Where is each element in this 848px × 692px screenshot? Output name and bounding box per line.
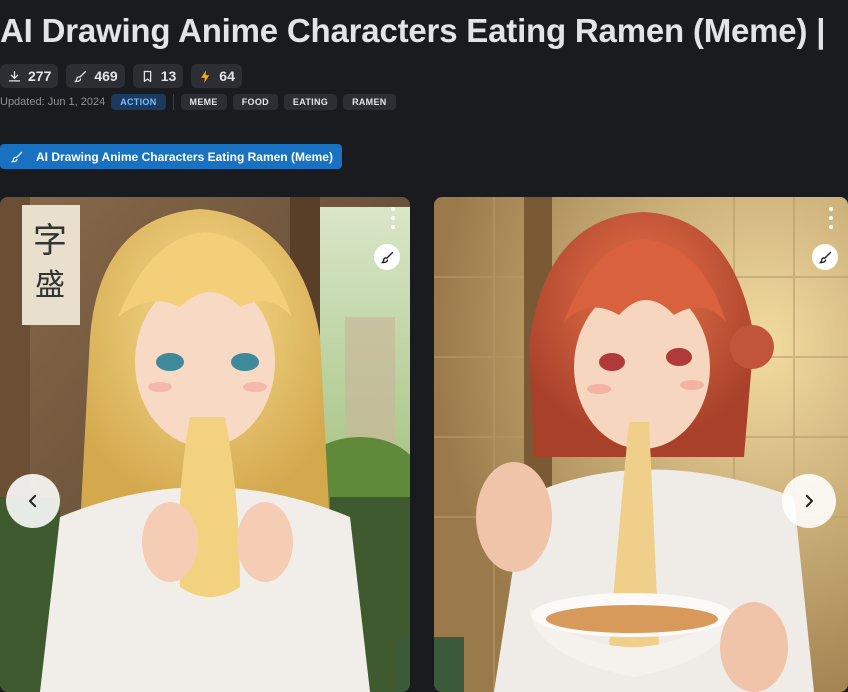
- gallery-image-card[interactable]: [434, 197, 848, 692]
- bookmarks-stat[interactable]: 13: [132, 64, 184, 88]
- collection-button[interactable]: AI Drawing Anime Characters Eating Ramen…: [0, 144, 342, 169]
- remix-button[interactable]: [374, 244, 400, 270]
- tag-badge[interactable]: MEME: [180, 94, 227, 110]
- updated-date: Updated: Jun 1, 2024: [0, 96, 106, 108]
- bookmark-icon: [143, 70, 151, 82]
- stats-bar: 277 469 13 64: [0, 64, 242, 88]
- brush-icon: [380, 251, 393, 263]
- more-dots-icon[interactable]: [390, 207, 396, 229]
- downloads-stat[interactable]: 277: [0, 64, 59, 88]
- buzz-stat[interactable]: 64: [191, 64, 242, 88]
- brush-icon: [74, 70, 87, 82]
- meta-row: Updated: Jun 1, 2024 ACTION MEME FOOD EA…: [0, 94, 396, 110]
- carousel-prev-button[interactable]: [6, 474, 60, 528]
- divider: [172, 94, 174, 110]
- page-title: AI Drawing Anime Characters Eating Ramen…: [0, 12, 826, 49]
- category-badge[interactable]: ACTION: [111, 94, 166, 110]
- generations-stat[interactable]: 469: [66, 64, 125, 88]
- gallery-image-card[interactable]: 字 盛: [0, 197, 410, 692]
- remix-button[interactable]: [812, 244, 838, 270]
- svg-text:盛: 盛: [35, 268, 65, 303]
- carousel-next-button[interactable]: [782, 474, 836, 528]
- svg-text:字: 字: [33, 221, 67, 261]
- tag-badge[interactable]: RAMEN: [343, 94, 396, 110]
- brush-icon: [10, 151, 23, 162]
- buzz-count: 64: [219, 68, 235, 84]
- anime-girl-blonde-image: 字 盛: [0, 197, 410, 692]
- lightning-icon: [201, 69, 210, 83]
- more-dots-icon[interactable]: [828, 207, 834, 229]
- anime-girl-redhead-image: [434, 197, 848, 692]
- download-icon: [8, 70, 21, 81]
- tag-badge[interactable]: FOOD: [232, 94, 278, 110]
- brush-icon: [818, 251, 831, 263]
- collection-label: AI Drawing Anime Characters Eating Ramen…: [36, 149, 333, 164]
- bookmarks-count: 13: [160, 68, 177, 84]
- chevron-left-icon: [29, 494, 37, 508]
- generations-count: 469: [94, 68, 118, 84]
- downloads-count: 277: [28, 68, 52, 84]
- tag-badge[interactable]: EATING: [283, 94, 338, 110]
- chevron-right-icon: [805, 494, 813, 508]
